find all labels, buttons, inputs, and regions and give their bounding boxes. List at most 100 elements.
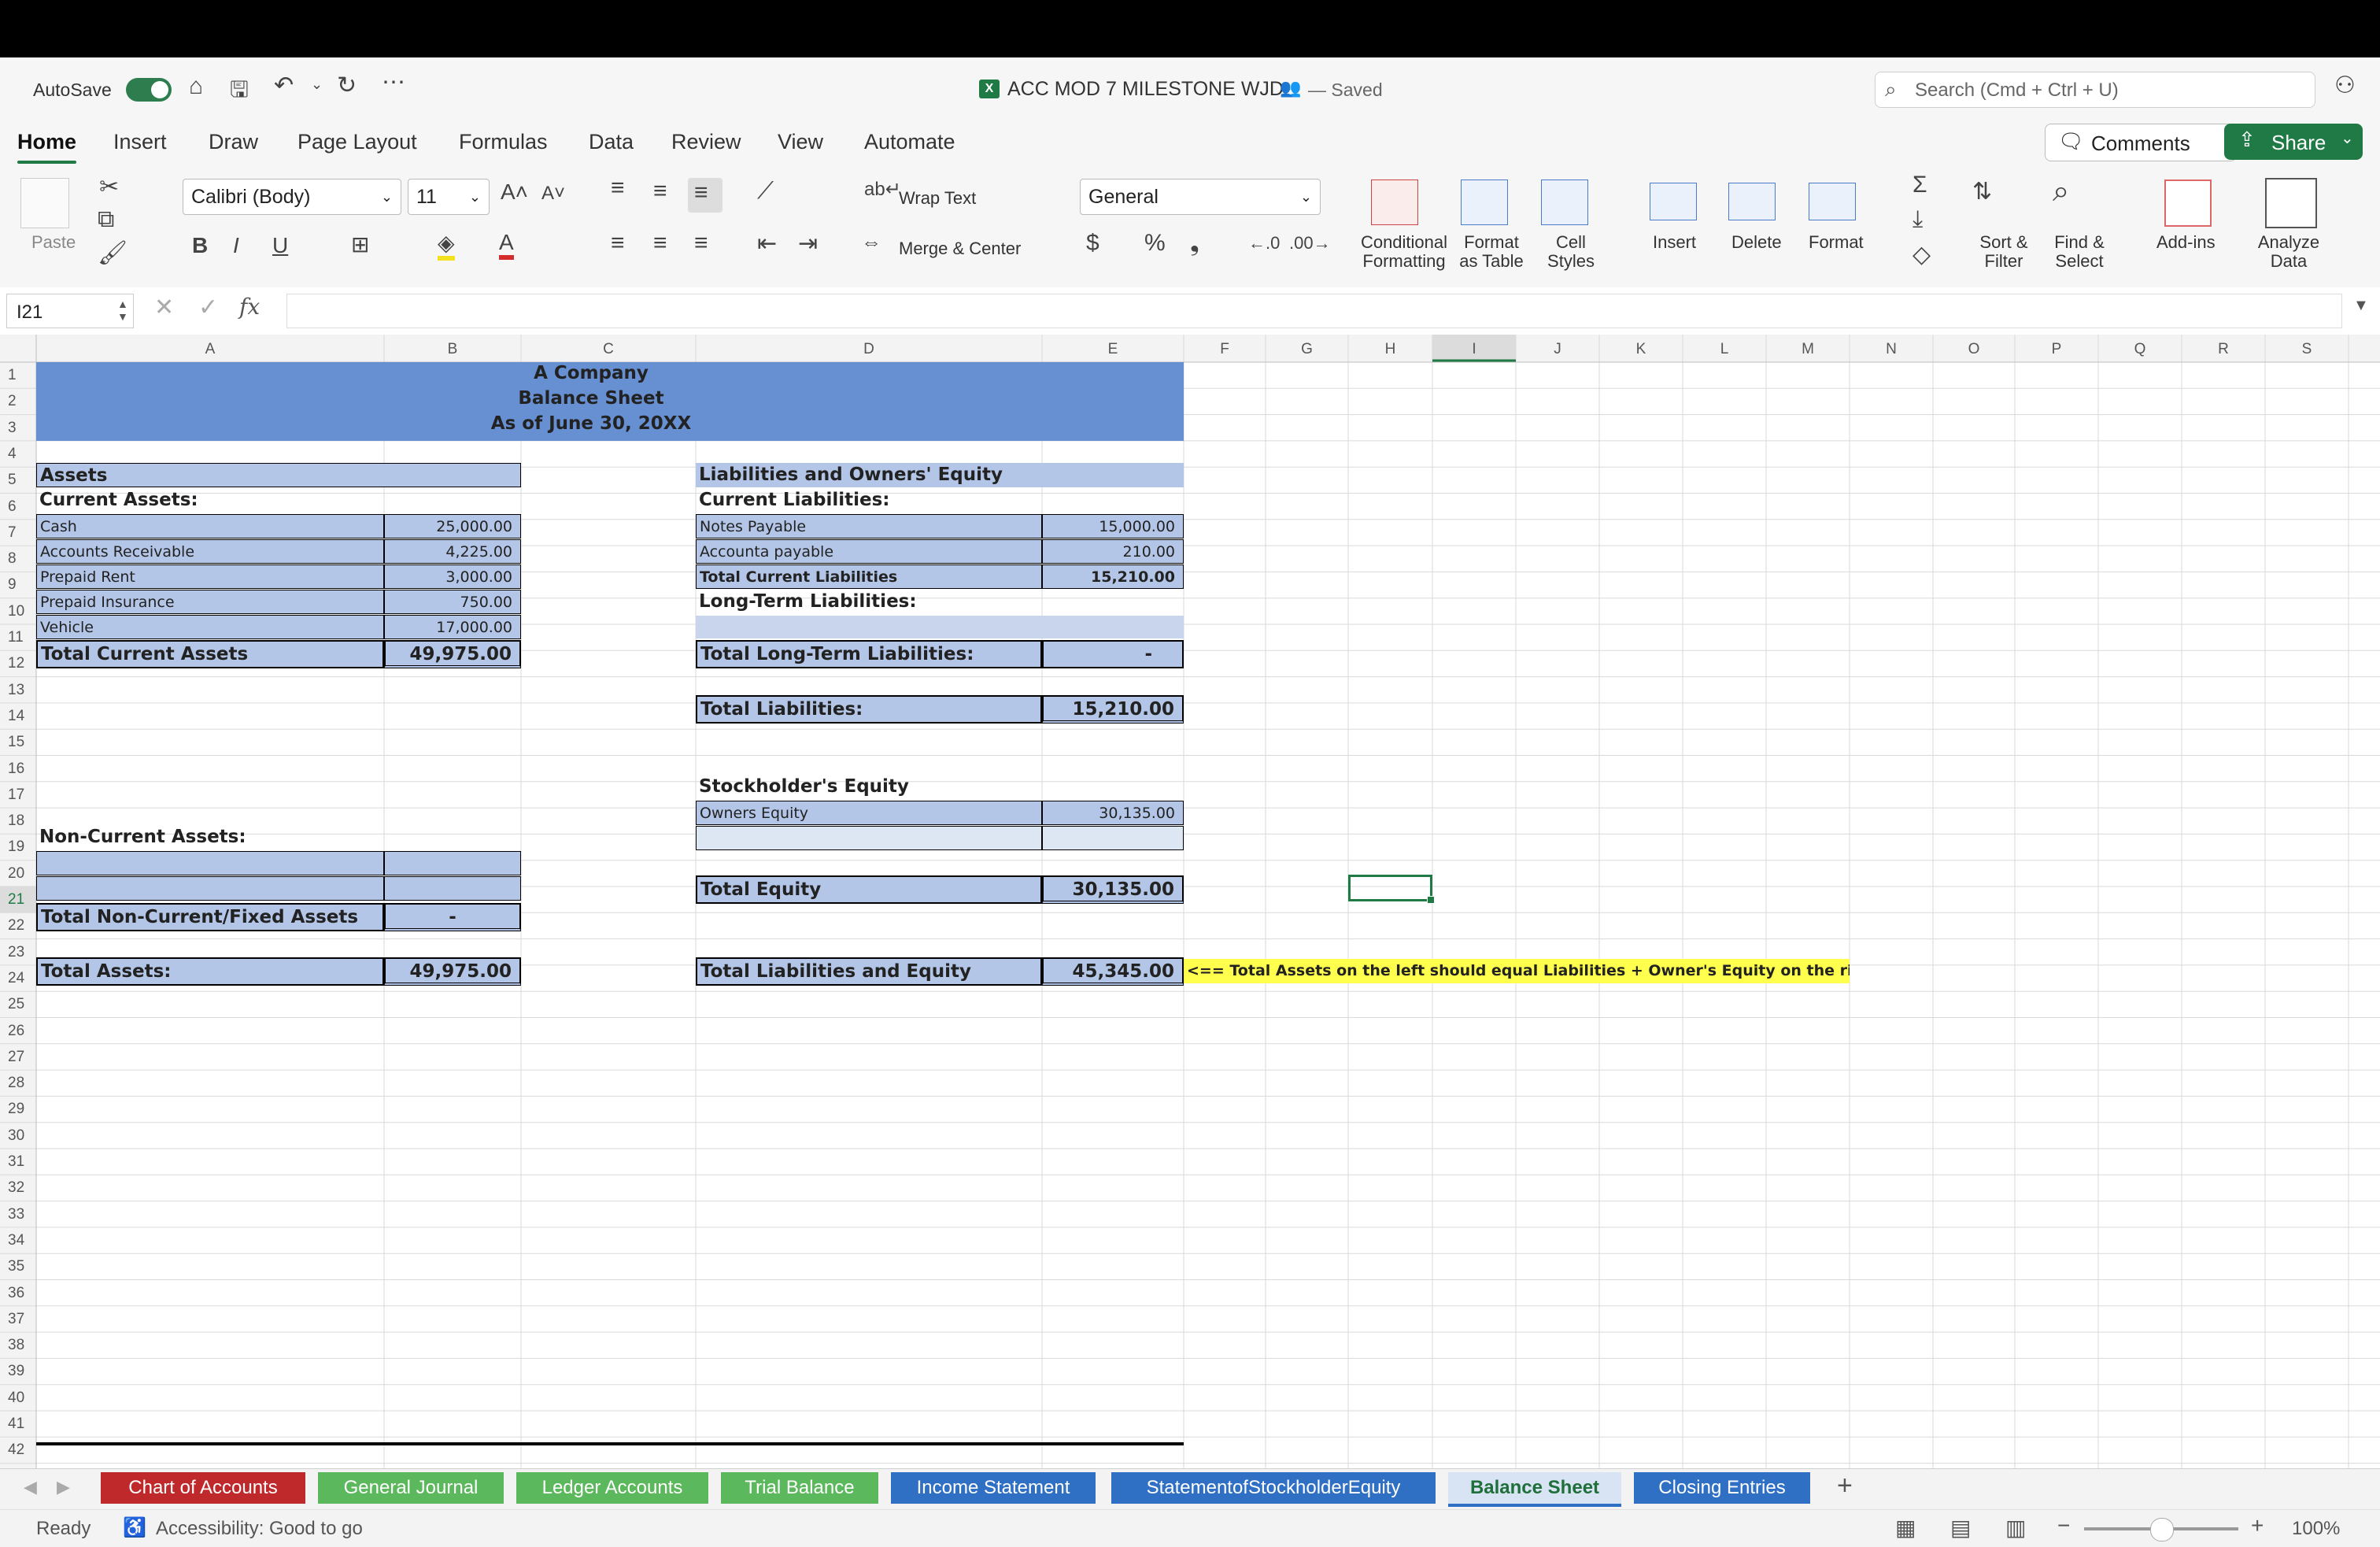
column-header-S[interactable]: S	[2265, 341, 2349, 358]
non-current-row-2-label[interactable]	[36, 876, 384, 901]
total-current-assets-label[interactable]: Total Current Assets	[36, 640, 384, 668]
align-left-icon[interactable]: ≡	[611, 230, 625, 257]
owners-equity-value[interactable]: 30,135.00	[1042, 801, 1184, 825]
tab-data[interactable]: Data	[589, 130, 634, 154]
row-header-40[interactable]: 40	[0, 1390, 39, 1407]
total-liabilities-equity-label[interactable]: Total Liabilities and Equity	[696, 957, 1042, 986]
row-header-30[interactable]: 30	[0, 1127, 39, 1145]
column-header-J[interactable]: J	[1516, 341, 1599, 358]
total-equity-label[interactable]: Total Equity	[696, 875, 1042, 904]
owners-equity-label[interactable]: Owners Equity	[696, 801, 1042, 825]
grow-font-icon[interactable]: A˄	[501, 179, 528, 205]
redo-icon[interactable]: ↻	[337, 72, 357, 99]
row-header-9[interactable]: 9	[0, 576, 39, 594]
column-header-Q[interactable]: Q	[2098, 341, 2182, 358]
prepaid-rent-value[interactable]: 3,000.00	[384, 564, 521, 589]
format-cells-icon[interactable]	[1809, 183, 1856, 220]
orientation-icon[interactable]: ⟋	[757, 178, 774, 205]
sort-filter-icon[interactable]: ⇅	[1972, 178, 1992, 205]
vehicle-label[interactable]: Vehicle	[36, 615, 384, 639]
page-layout-view-icon[interactable]: ▤	[1950, 1515, 1971, 1541]
tab-draw[interactable]: Draw	[209, 130, 258, 154]
column-header-M[interactable]: M	[1766, 341, 1850, 358]
column-header-E[interactable]: E	[1042, 341, 1184, 358]
zoom-slider[interactable]	[2084, 1527, 2238, 1530]
row-header-34[interactable]: 34	[0, 1232, 39, 1249]
non-current-assets-heading[interactable]: Non-Current Assets:	[36, 825, 382, 849]
sheet-tab-income-statement[interactable]: Income Statement	[891, 1472, 1096, 1504]
merge-icon[interactable]: ⇔	[861, 230, 881, 254]
row-header-22[interactable]: 22	[0, 917, 39, 934]
cell-styles-icon[interactable]	[1541, 179, 1588, 225]
prepaid-insurance-value[interactable]: 750.00	[384, 590, 521, 614]
comments-button[interactable]: 🗨 Comments	[2045, 124, 2237, 161]
row-header-29[interactable]: 29	[0, 1101, 39, 1118]
column-header-B[interactable]: B	[384, 341, 521, 358]
saved-status[interactable]: — Saved	[1308, 80, 1383, 101]
fx-icon[interactable]: fx	[239, 294, 260, 320]
row-header-7[interactable]: 7	[0, 524, 39, 542]
sheet-tab-closing-entries[interactable]: Closing Entries	[1634, 1472, 1810, 1504]
save-icon[interactable]: 🖫	[230, 73, 249, 111]
row-header-38[interactable]: 38	[0, 1337, 39, 1354]
row-header-13[interactable]: 13	[0, 682, 39, 699]
row-header-10[interactable]: 10	[0, 603, 39, 620]
underline-icon[interactable]: U	[272, 233, 288, 258]
non-current-row-1-label[interactable]	[36, 851, 384, 875]
conditional-formatting-icon[interactable]	[1371, 179, 1418, 225]
column-header-G[interactable]: G	[1266, 341, 1348, 358]
font-size-select[interactable]: 11 ⌄	[408, 179, 490, 215]
prepaid-insurance-label[interactable]: Prepaid Insurance	[36, 590, 384, 614]
row-header-15[interactable]: 15	[0, 734, 39, 751]
column-header-N[interactable]: N	[1850, 341, 1933, 358]
row-header-17[interactable]: 17	[0, 786, 39, 804]
total-current-liabilities-label[interactable]: Total Current Liabilities	[696, 564, 1042, 589]
current-assets-heading[interactable]: Current Assets:	[36, 488, 382, 513]
non-current-row-2-value[interactable]	[384, 876, 521, 901]
comma-icon[interactable]: ❟	[1190, 230, 1199, 257]
delete-cells-label[interactable]: Delete	[1731, 233, 1782, 252]
row-header-11[interactable]: 11	[0, 629, 39, 646]
cell-styles-label[interactable]: Cell Styles	[1539, 233, 1602, 271]
align-center-icon[interactable]: ≡	[653, 230, 667, 257]
total-assets-value[interactable]: 49,975.00	[384, 957, 521, 986]
row-header-2[interactable]: 2	[0, 393, 39, 410]
insert-cells-label[interactable]: Insert	[1653, 233, 1696, 252]
column-header-P[interactable]: P	[2015, 341, 2098, 358]
format-painter-icon[interactable]: 🖌	[98, 239, 128, 267]
row-header-27[interactable]: 27	[0, 1049, 39, 1066]
doc-title[interactable]: ACC MOD 7 MILESTONE WJD	[1007, 78, 1284, 101]
sheet-tab-ledger-accounts[interactable]: Ledger Accounts	[516, 1472, 708, 1504]
row-header-4[interactable]: 4	[0, 446, 39, 463]
row-header-23[interactable]: 23	[0, 944, 39, 961]
format-cells-label[interactable]: Format	[1809, 233, 1864, 252]
long-term-liabilities-heading[interactable]: Long-Term Liabilities:	[696, 590, 1042, 614]
tab-formulas[interactable]: Formulas	[459, 130, 548, 154]
sort-filter-label[interactable]: Sort & Filter	[1974, 233, 2034, 271]
accounts-payable-label[interactable]: Accounta payable	[696, 539, 1042, 564]
current-liabilities-heading[interactable]: Current Liabilities:	[696, 488, 1042, 513]
zoom-level[interactable]: 100%	[2292, 1518, 2340, 1540]
row-header-28[interactable]: 28	[0, 1075, 39, 1092]
tab-home[interactable]: Home	[17, 130, 76, 154]
assets-header[interactable]: Assets	[36, 463, 521, 487]
column-header-I[interactable]: I	[1432, 341, 1516, 358]
row-header-1[interactable]: 1	[0, 367, 39, 384]
align-middle-icon[interactable]: ≡	[653, 178, 667, 205]
font-color-icon[interactable]: A	[499, 230, 514, 260]
decrease-indent-icon[interactable]: ⇤	[757, 230, 777, 257]
share-button[interactable]: ⇪ Share ⌄	[2224, 124, 2363, 160]
align-top-icon[interactable]: ≡	[611, 175, 625, 202]
copy-icon[interactable]: ⧉	[98, 206, 114, 233]
liabilities-header[interactable]: Liabilities and Owners' Equity	[696, 463, 1184, 487]
long-term-liabilities-blank-row[interactable]	[696, 616, 1184, 638]
balance-check-note[interactable]: <== Total Assets on the left should equa…	[1184, 959, 1850, 983]
total-liabilities-equity-value[interactable]: 45,345.00	[1042, 957, 1184, 986]
row-header-33[interactable]: 33	[0, 1206, 39, 1223]
non-current-row-1-value[interactable]	[384, 851, 521, 875]
row-header-36[interactable]: 36	[0, 1285, 39, 1302]
accessibility-status[interactable]: Accessibility: Good to go	[156, 1518, 363, 1540]
total-non-current-assets-value[interactable]: -	[384, 903, 521, 931]
format-as-table-label[interactable]: Format as Table	[1456, 233, 1527, 271]
row-header-37[interactable]: 37	[0, 1311, 39, 1328]
